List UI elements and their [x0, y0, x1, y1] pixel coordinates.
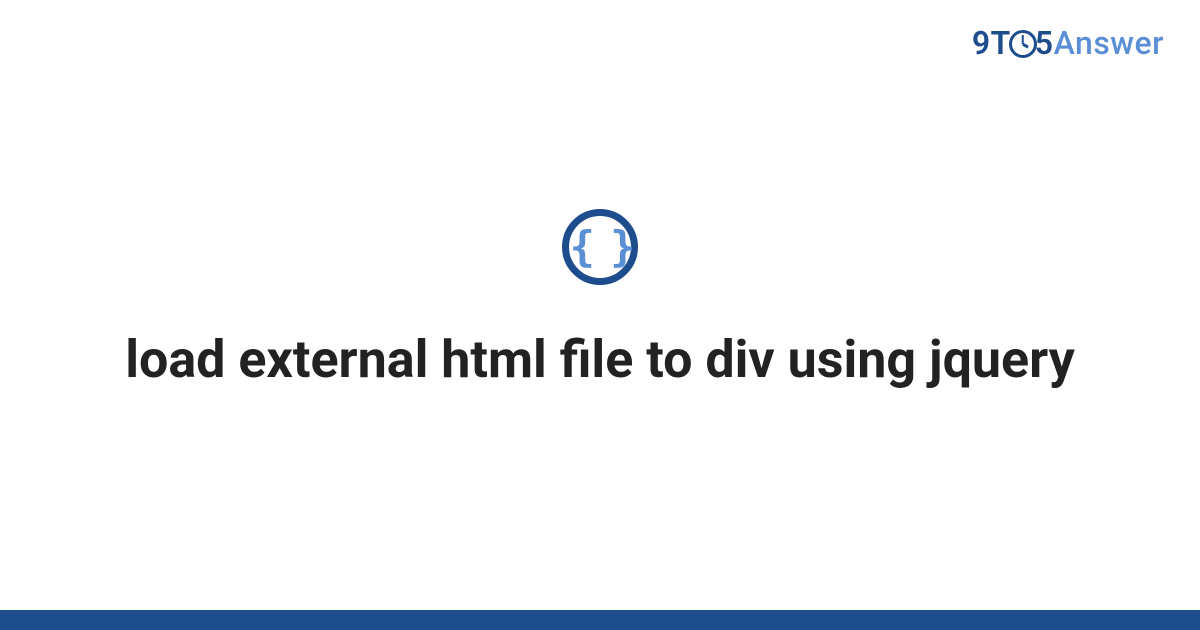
- footer-bar: [0, 610, 1200, 630]
- page-title: load external html file to div using jqu…: [125, 327, 1075, 392]
- icon-glyph: { }: [570, 226, 631, 268]
- main-content: { } load external html file to div using…: [0, 0, 1200, 630]
- code-braces-icon: { }: [562, 209, 638, 285]
